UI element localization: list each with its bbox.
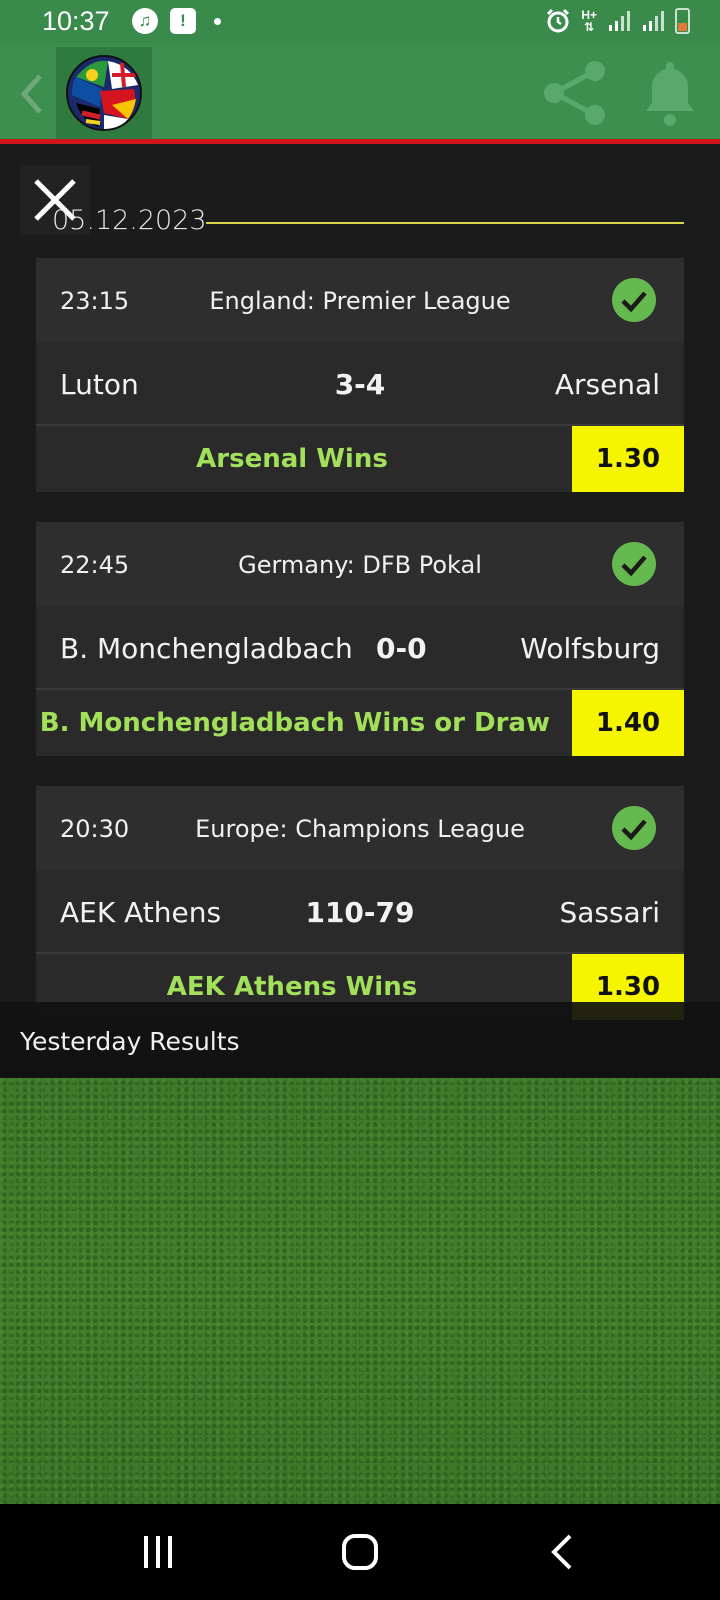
match-scoreline: Luton 3-4 Arsenal: [36, 342, 684, 426]
home-icon[interactable]: [340, 1532, 380, 1572]
away-team: Wolfsburg: [520, 632, 660, 665]
grass-background: [0, 1078, 720, 1504]
section-label: Yesterday Results: [20, 1027, 240, 1056]
back-icon[interactable]: [548, 1532, 576, 1572]
flag-soccer-ball-logo: [66, 55, 142, 131]
signal-icon: [609, 11, 630, 31]
recent-apps-icon[interactable]: [140, 1532, 180, 1572]
signal-icon: [643, 11, 664, 31]
match-league: England: Premier League: [209, 287, 511, 315]
bell-icon[interactable]: [640, 58, 700, 128]
chevron-left-icon[interactable]: [16, 72, 46, 116]
battery-icon: [675, 8, 690, 34]
away-team: Sassari: [559, 896, 660, 929]
check-icon: [612, 542, 656, 586]
check-icon: [612, 806, 656, 850]
odds-badge: 1.30: [572, 426, 684, 492]
alert-icon: !: [170, 8, 196, 34]
check-icon: [612, 278, 656, 322]
dot-icon: [214, 17, 221, 25]
music-icon: ♫: [132, 8, 158, 34]
match-list[interactable]: 23:15 England: Premier League Luton 3-4 …: [0, 258, 720, 1020]
yesterday-results-tab[interactable]: Yesterday Results: [0, 1002, 720, 1078]
match-card[interactable]: 23:15 England: Premier League Luton 3-4 …: [36, 258, 684, 492]
tip-text: AEK Athens Wins: [166, 972, 418, 1002]
match-header: 23:15 England: Premier League: [36, 258, 684, 342]
match-header: 20:30 Europe: Champions League: [36, 786, 684, 870]
app-logo: [56, 47, 152, 139]
match-tip: B. Monchengladbach Wins or Draw 1.40: [36, 690, 684, 756]
match-card[interactable]: 20:30 Europe: Champions League AEK Athen…: [36, 786, 684, 1020]
home-team: B. Monchengladbach: [60, 632, 353, 665]
match-scoreline: AEK Athens 110-79 Sassari: [36, 870, 684, 954]
match-header: 22:45 Germany: DFB Pokal: [36, 522, 684, 606]
date-divider: [206, 222, 684, 224]
tip-text: B. Monchengladbach Wins or Draw: [39, 708, 550, 738]
alarm-icon: [547, 8, 570, 33]
network-type: H+ ⇅: [581, 8, 597, 34]
status-time: 10:37: [42, 6, 110, 36]
odds-badge: 1.40: [572, 690, 684, 756]
match-scoreline: B. Monchengladbach 0-0 Wolfsburg: [36, 606, 684, 690]
status-bar: 10:37 ♫ ! H+ ⇅: [0, 0, 720, 45]
match-league: Germany: DFB Pokal: [238, 551, 482, 579]
away-team: Arsenal: [554, 368, 660, 401]
match-card[interactable]: 22:45 Germany: DFB Pokal B. Monchengladb…: [36, 522, 684, 756]
match-league: Europe: Champions League: [195, 815, 525, 843]
match-score: 0-0: [376, 632, 427, 665]
tip-text: Arsenal Wins: [196, 444, 388, 474]
share-icon[interactable]: [540, 58, 610, 128]
date-label: 05.12.2023: [52, 205, 207, 236]
match-tip: Arsenal Wins 1.30: [36, 426, 684, 492]
